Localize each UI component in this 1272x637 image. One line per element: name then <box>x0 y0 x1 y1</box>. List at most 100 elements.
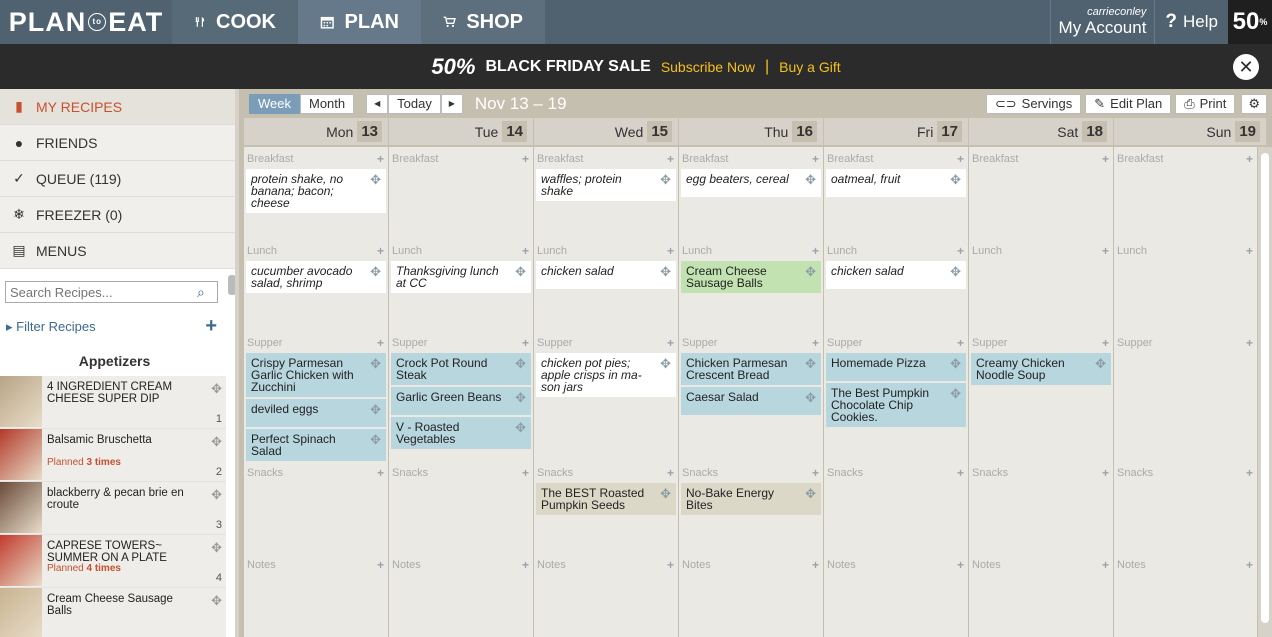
meal-note[interactable]: egg beaters, cereal ✥ <box>681 169 821 197</box>
move-icon[interactable]: ✥ <box>950 387 961 400</box>
add-item-icon[interactable]: + <box>377 558 384 572</box>
add-item-icon[interactable]: + <box>1246 558 1253 572</box>
planned-recipe[interactable]: Caesar Salad ✥ <box>681 387 821 415</box>
add-item-icon[interactable]: + <box>377 466 384 480</box>
filter-recipes-link[interactable]: ▸ Filter Recipes <box>6 319 96 335</box>
plan-to-eat-logo[interactable]: PLAN to EAT <box>0 0 172 44</box>
move-icon[interactable]: ✥ <box>660 173 671 186</box>
recipe-list-item[interactable]: blackberry & pecan brie en croute ✥ 3 <box>0 482 226 535</box>
add-item-icon[interactable]: + <box>377 152 384 166</box>
search-icon[interactable]: ⌕ <box>197 284 217 301</box>
add-item-icon[interactable]: + <box>522 466 529 480</box>
add-item-icon[interactable]: + <box>1102 244 1109 258</box>
add-item-icon[interactable]: + <box>957 558 964 572</box>
planned-recipe[interactable]: Homemade Pizza ✥ <box>826 353 966 381</box>
add-item-icon[interactable]: + <box>522 244 529 258</box>
meal-note[interactable]: oatmeal, fruit ✥ <box>826 169 966 197</box>
sale-badge[interactable]: 50% <box>1228 0 1272 44</box>
add-item-icon[interactable]: + <box>667 466 674 480</box>
move-icon[interactable]: ✥ <box>950 173 961 186</box>
add-item-icon[interactable]: + <box>667 152 674 166</box>
nav-plan[interactable]: PLAN <box>298 0 421 44</box>
add-item-icon[interactable]: + <box>957 336 964 350</box>
next-week-button[interactable]: ▶ <box>440 93 463 114</box>
move-icon[interactable]: ✥ <box>515 421 526 434</box>
planned-recipe[interactable]: V - Roasted Vegetables ✥ <box>391 417 531 449</box>
meal-note[interactable]: chicken salad ✥ <box>826 261 966 289</box>
nav-cook[interactable]: COOK <box>172 0 298 44</box>
add-item-icon[interactable]: + <box>1246 466 1253 480</box>
add-item-icon[interactable]: + <box>522 558 529 572</box>
sidebar-item-menus[interactable]: ▤ MENUS <box>0 233 239 269</box>
meal-note[interactable]: chicken salad ✥ <box>536 261 676 289</box>
move-icon[interactable]: ✥ <box>805 391 816 404</box>
recipe-list-item[interactable]: Balsamic Bruschetta Planned 3 times ✥ 2 <box>0 429 226 482</box>
planned-recipe[interactable]: No-Bake Energy Bites ✥ <box>681 483 821 515</box>
add-item-icon[interactable]: + <box>812 244 819 258</box>
move-icon[interactable]: ✥ <box>805 265 816 278</box>
search-recipes-input[interactable] <box>6 284 197 300</box>
move-icon[interactable]: ✥ <box>660 357 671 370</box>
subscribe-now-link[interactable]: Subscribe Now <box>661 59 755 75</box>
scrollbar-thumb[interactable] <box>1261 153 1269 623</box>
move-icon[interactable]: ✥ <box>805 173 816 186</box>
edit-plan-button[interactable]: ✎ Edit Plan <box>1085 93 1172 114</box>
add-item-icon[interactable]: + <box>522 152 529 166</box>
move-icon[interactable]: ✥ <box>515 357 526 370</box>
meal-note[interactable]: Thanksgiving lunch at CC ✥ <box>391 261 531 293</box>
move-icon[interactable]: ✥ <box>370 173 381 186</box>
add-item-icon[interactable]: + <box>1246 152 1253 166</box>
move-icon[interactable]: ✥ <box>950 265 961 278</box>
move-icon[interactable]: ✥ <box>515 265 526 278</box>
drag-handle-icon[interactable]: ✥ <box>211 593 222 609</box>
previous-week-button[interactable]: ◀ <box>366 93 389 114</box>
move-icon[interactable]: ✥ <box>805 357 816 370</box>
move-icon[interactable]: ✥ <box>805 487 816 500</box>
move-icon[interactable]: ✥ <box>370 265 381 278</box>
add-recipe-icon[interactable]: + <box>205 315 217 338</box>
planned-recipe[interactable]: Chicken Parmesan Crescent Bread ✥ <box>681 353 821 385</box>
sidebar-item-my-recipes[interactable]: ▮ MY RECIPES <box>0 89 239 125</box>
planned-recipe[interactable]: Crock Pot Round Steak ✥ <box>391 353 531 385</box>
planned-recipe[interactable]: Crispy Parmesan Garlic Chicken with Zucc… <box>246 353 386 397</box>
drag-handle-icon[interactable]: ✥ <box>211 381 222 397</box>
drag-handle-icon[interactable]: ✥ <box>211 487 222 503</box>
add-item-icon[interactable]: + <box>667 336 674 350</box>
add-item-icon[interactable]: + <box>812 336 819 350</box>
sidebar-item-friends[interactable]: ● FRIENDS <box>0 125 239 161</box>
meal-note[interactable]: cucumber avocado salad, shrimp ✥ <box>246 261 386 293</box>
move-icon[interactable]: ✥ <box>1095 357 1106 370</box>
move-icon[interactable]: ✥ <box>660 487 671 500</box>
move-icon[interactable]: ✥ <box>370 357 381 370</box>
add-item-icon[interactable]: + <box>1246 336 1253 350</box>
meal-note[interactable]: protein shake, no banana; bacon; cheese ✥ <box>246 169 386 213</box>
move-icon[interactable]: ✥ <box>370 433 381 446</box>
add-item-icon[interactable]: + <box>812 152 819 166</box>
settings-button[interactable]: ⚙ <box>1241 93 1267 114</box>
recipe-list-item[interactable]: CAPRESE TOWERS~ SUMMER ON A PLATE Planned… <box>0 535 226 588</box>
add-item-icon[interactable]: + <box>377 244 384 258</box>
planned-recipe[interactable]: Creamy Chicken Noodle Soup ✥ <box>971 353 1111 385</box>
recipe-list-item[interactable]: Cream Cheese Sausage Balls ✥ <box>0 588 226 637</box>
planned-recipe[interactable]: The Best Pumpkin Chocolate Chip Cookies.… <box>826 383 966 427</box>
meal-note[interactable]: chicken pot pies; apple crisps in ma-son… <box>536 353 676 397</box>
today-button[interactable]: Today <box>388 93 441 114</box>
nav-shop[interactable]: SHOP <box>421 0 545 44</box>
meal-note[interactable]: waffles; protein shake ✥ <box>536 169 676 201</box>
add-item-icon[interactable]: + <box>957 152 964 166</box>
planned-recipe[interactable]: The BEST Roasted Pumpkin Seeds ✥ <box>536 483 676 515</box>
add-item-icon[interactable]: + <box>1102 152 1109 166</box>
add-item-icon[interactable]: + <box>957 466 964 480</box>
add-item-icon[interactable]: + <box>1246 244 1253 258</box>
planned-recipe[interactable]: deviled eggs ✥ <box>246 399 386 427</box>
help-link[interactable]: ? Help <box>1154 0 1228 44</box>
add-item-icon[interactable]: + <box>522 336 529 350</box>
recipe-list-item[interactable]: 4 INGREDIENT CREAM CHEESE SUPER DIP ✥ 1 <box>0 376 226 429</box>
add-item-icon[interactable]: + <box>957 244 964 258</box>
add-item-icon[interactable]: + <box>667 244 674 258</box>
add-item-icon[interactable]: + <box>667 558 674 572</box>
move-icon[interactable]: ✥ <box>660 265 671 278</box>
planned-recipe[interactable]: Perfect Spinach Salad ✥ <box>246 429 386 461</box>
add-item-icon[interactable]: + <box>377 336 384 350</box>
drag-handle-icon[interactable]: ✥ <box>211 540 222 556</box>
